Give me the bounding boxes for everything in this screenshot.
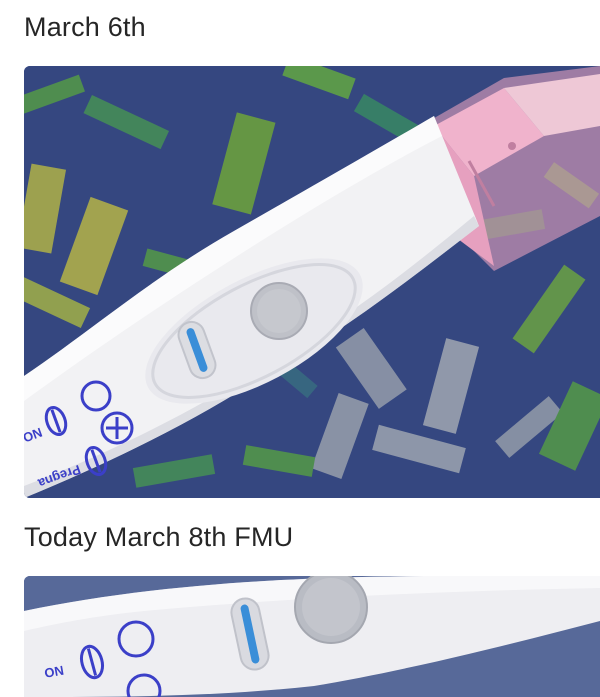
- test-photo-march-8[interactable]: NO: [24, 576, 600, 697]
- test-photo-image: NO: [24, 576, 600, 697]
- post-content: March 6th NO Pregna Today March 8th FMU …: [0, 0, 600, 697]
- photo-caption: Today March 8th FMU: [24, 522, 294, 552]
- test-photo-march-6[interactable]: NO Pregna: [24, 66, 600, 498]
- test-photo-image: NO Pregna: [24, 66, 600, 498]
- photo-caption: March 6th: [24, 12, 146, 42]
